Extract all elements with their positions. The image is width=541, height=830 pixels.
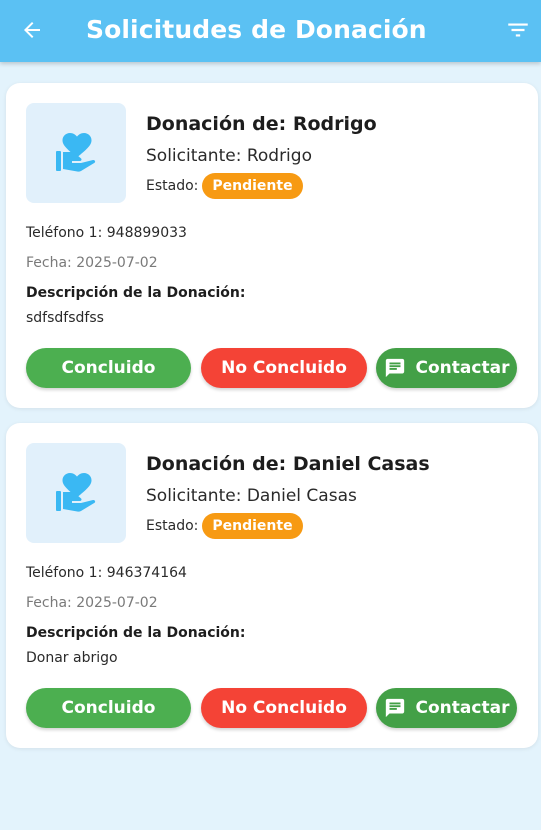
- status-row: Estado: Pendiente: [146, 513, 303, 539]
- concluded-button[interactable]: Concluido: [26, 348, 191, 388]
- phone-label: Teléfono 1:: [26, 225, 103, 241]
- date-label: Fecha:: [26, 595, 72, 611]
- donation-title: Donación de: Rodrigo: [146, 113, 377, 135]
- phone-line: Teléfono 1: 946374164: [26, 565, 187, 581]
- filter-icon: [508, 23, 528, 37]
- phone-line: Teléfono 1: 948899033: [26, 225, 187, 241]
- contact-label: Contactar: [415, 358, 510, 378]
- phone-value: 946374164: [106, 565, 187, 581]
- date-line: Fecha: 2025-07-02: [26, 595, 158, 611]
- requester-label: Solicitante:: [146, 146, 242, 166]
- donation-card: Donación de: Rodrigo Solicitante: Rodrig…: [6, 83, 538, 408]
- status-badge: Pendiente: [202, 513, 303, 539]
- volunteer-heart-hand-icon: [56, 133, 96, 172]
- page-title: Solicitudes de Donación: [86, 15, 427, 44]
- donation-thumbnail: [26, 443, 126, 543]
- contact-button[interactable]: Contactar: [376, 348, 517, 388]
- date-line: Fecha: 2025-07-02: [26, 255, 158, 271]
- status-label: Estado:: [146, 518, 199, 534]
- not-concluded-button[interactable]: No Concluido: [201, 688, 367, 728]
- back-button[interactable]: [14, 12, 50, 48]
- requester-line: Solicitante: Rodrigo: [146, 146, 312, 166]
- donation-thumbnail: [26, 103, 126, 203]
- contact-label: Contactar: [415, 698, 510, 718]
- contact-button[interactable]: Contactar: [376, 688, 517, 728]
- description-heading: Descripción de la Donación:: [26, 285, 246, 301]
- filter-button[interactable]: [501, 12, 535, 48]
- requester-name: Rodrigo: [246, 146, 312, 166]
- description-text: sdfsdfsdfss: [26, 310, 104, 326]
- status-badge: Pendiente: [202, 173, 303, 199]
- description-heading: Descripción de la Donación:: [26, 625, 246, 641]
- requester-line: Solicitante: Daniel Casas: [146, 486, 357, 506]
- concluded-button[interactable]: Concluido: [26, 688, 191, 728]
- date-value: 2025-07-02: [76, 595, 158, 611]
- donation-card: Donación de: Daniel Casas Solicitante: D…: [6, 423, 538, 748]
- phone-label: Teléfono 1:: [26, 565, 103, 581]
- arrow-left-icon: [24, 22, 40, 38]
- status-label: Estado:: [146, 178, 199, 194]
- chat-icon: [384, 357, 406, 379]
- donation-title: Donación de: Daniel Casas: [146, 453, 430, 475]
- requester-name: Daniel Casas: [246, 486, 357, 506]
- date-label: Fecha:: [26, 255, 72, 271]
- chat-icon: [384, 697, 406, 719]
- requester-label: Solicitante:: [146, 486, 242, 506]
- app-bar: Solicitudes de Donación: [0, 0, 541, 62]
- status-row: Estado: Pendiente: [146, 173, 303, 199]
- not-concluded-button[interactable]: No Concluido: [201, 348, 367, 388]
- date-value: 2025-07-02: [76, 255, 158, 271]
- volunteer-heart-hand-icon: [56, 473, 96, 512]
- description-text: Donar abrigo: [26, 650, 118, 666]
- phone-value: 948899033: [106, 225, 187, 241]
